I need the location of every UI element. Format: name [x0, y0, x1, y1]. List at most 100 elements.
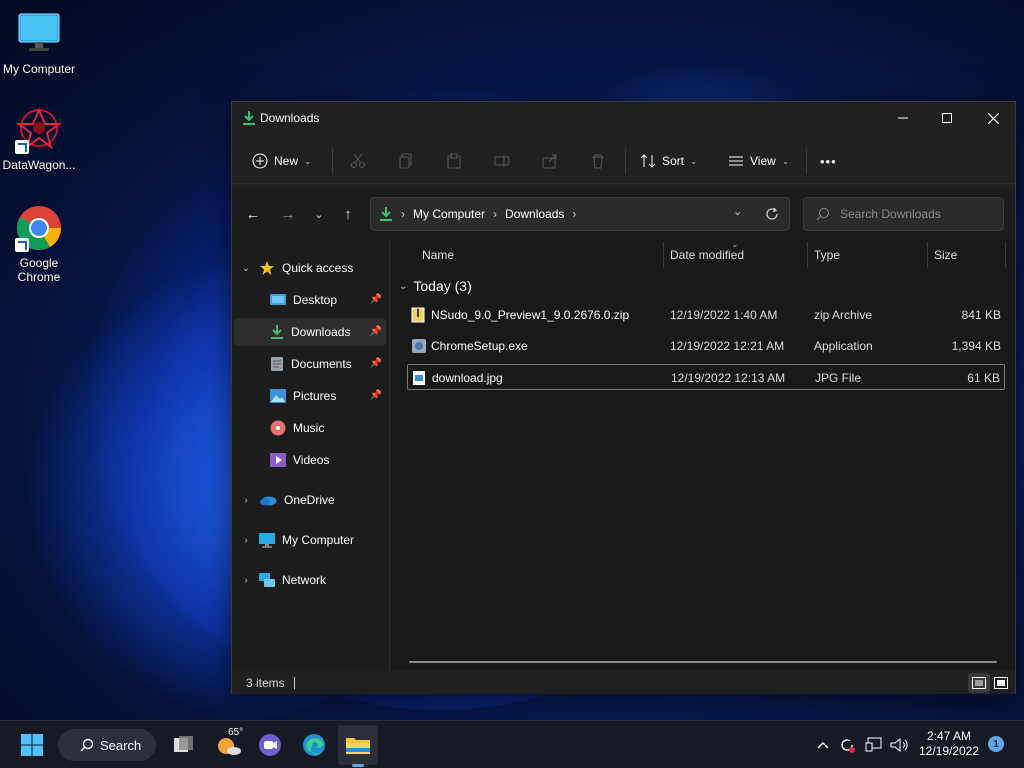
- column-header-name[interactable]: Name: [422, 248, 454, 262]
- address-bar[interactable]: › My Computer › Downloads › ⌄: [370, 197, 790, 231]
- share-button[interactable]: [542, 146, 558, 176]
- back-button[interactable]: ←: [240, 202, 266, 226]
- sidebar-item-desktop[interactable]: Desktop 📌: [234, 286, 386, 314]
- column-header-type[interactable]: Type: [814, 248, 840, 262]
- sidebar-item-my-computer[interactable]: › My Computer: [234, 526, 386, 554]
- column-header-date[interactable]: Date modified: [670, 248, 744, 262]
- search-icon: [80, 738, 94, 752]
- details-view-button[interactable]: [968, 673, 990, 693]
- file-type: JPG File: [815, 371, 862, 385]
- network-icon: [259, 572, 275, 587]
- paste-button[interactable]: [446, 146, 462, 176]
- shortcut-arrow-icon: [15, 140, 29, 154]
- group-header-today[interactable]: ⌄ Today (3): [399, 278, 472, 294]
- column-header-size[interactable]: Size: [934, 248, 957, 262]
- file-size: 61 KB: [967, 371, 1000, 385]
- zip-archive-icon: [411, 307, 425, 323]
- new-button[interactable]: New ⌄: [252, 146, 312, 176]
- desktop-icon-google-chrome[interactable]: Google Chrome: [0, 204, 78, 284]
- pictures-icon: [270, 389, 286, 403]
- network-status-icon[interactable]: [862, 725, 886, 765]
- taskbar: Search 65° 2:47 AM 12/19/2022: [0, 720, 1024, 768]
- view-button[interactable]: View ⌄: [728, 146, 789, 176]
- weather-widget[interactable]: 65°: [212, 725, 246, 765]
- chat-button[interactable]: [254, 725, 286, 765]
- start-button[interactable]: [14, 725, 50, 765]
- horizontal-scrollbar[interactable]: [409, 661, 997, 663]
- tiles-view-icon: [994, 677, 1008, 689]
- rename-button[interactable]: [494, 146, 510, 176]
- maximize-button[interactable]: [924, 102, 970, 134]
- sidebar-item-network[interactable]: › Network: [234, 566, 386, 594]
- search-input[interactable]: [840, 207, 990, 221]
- forward-button[interactable]: →: [275, 202, 301, 226]
- download-icon: [380, 207, 392, 221]
- minimize-button[interactable]: [880, 102, 926, 134]
- volume-button[interactable]: [888, 725, 912, 765]
- sidebar-item-onedrive[interactable]: › OneDrive: [234, 486, 386, 514]
- chrome-icon: [15, 204, 63, 252]
- file-explorer-window: Downloads New ⌄ Sort ⌄ View ⌄ ••• ← → ⌄ …: [231, 101, 1016, 694]
- sort-icon: [640, 154, 656, 168]
- breadcrumb-chevron-icon: ›: [401, 207, 405, 221]
- trash-icon: [592, 154, 604, 169]
- chevron-up-icon: [817, 742, 829, 749]
- delete-button[interactable]: [590, 146, 606, 176]
- show-hidden-icons-button[interactable]: [812, 725, 834, 765]
- column-divider[interactable]: [927, 242, 928, 268]
- sidebar-item-documents[interactable]: Documents 📌: [234, 350, 386, 378]
- chevron-right-icon: ›: [244, 534, 248, 546]
- sync-status-icon[interactable]: [836, 725, 858, 765]
- sidebar-item-pictures[interactable]: Pictures 📌: [234, 382, 386, 410]
- title-bar[interactable]: Downloads: [232, 102, 1015, 134]
- edge-icon: [303, 734, 325, 756]
- sort-button[interactable]: Sort ⌄: [640, 146, 698, 176]
- sidebar-item-music[interactable]: Music: [234, 414, 386, 442]
- sidebar-item-downloads[interactable]: Downloads 📌: [234, 318, 386, 346]
- close-button[interactable]: [970, 102, 1016, 134]
- file-explorer-taskbar-button[interactable]: [338, 725, 378, 767]
- file-row[interactable]: ChromeSetup.exe 12/19/2022 12:21 AM Appl…: [407, 333, 1005, 359]
- arrow-up-icon: ↑: [344, 205, 352, 223]
- address-history-dropdown[interactable]: ⌄: [733, 205, 742, 218]
- taskbar-search-button[interactable]: Search: [58, 729, 156, 761]
- desktop-icon-my-computer[interactable]: My Computer: [0, 10, 78, 76]
- system-clock[interactable]: 2:47 AM 12/19/2022: [918, 729, 980, 759]
- windows-logo-icon: [21, 734, 43, 756]
- datawagon-icon: [15, 106, 63, 154]
- copy-button[interactable]: [398, 146, 414, 176]
- search-box[interactable]: [803, 197, 1004, 231]
- download-icon: [242, 110, 256, 129]
- desktop-icon-datawagon[interactable]: DataWagon...: [0, 106, 78, 172]
- more-options-button[interactable]: •••: [820, 146, 837, 176]
- chevron-right-icon: ›: [244, 494, 248, 506]
- file-row[interactable]: download.jpg 12/19/2022 12:13 AM JPG Fil…: [407, 364, 1005, 390]
- column-divider[interactable]: [807, 242, 808, 268]
- notification-badge[interactable]: 1: [988, 736, 1004, 752]
- cut-button[interactable]: [350, 146, 366, 176]
- column-divider[interactable]: [1005, 242, 1006, 268]
- file-type: zip Archive: [814, 308, 873, 322]
- sidebar-item-quick-access[interactable]: ⌄ Quick access: [234, 254, 386, 282]
- recent-locations-button[interactable]: ⌄: [306, 202, 332, 226]
- sidebar-item-label: Documents: [291, 357, 352, 371]
- share-icon: [542, 154, 557, 169]
- sidebar-item-label: Videos: [293, 453, 330, 467]
- minimize-icon: [898, 117, 908, 119]
- breadcrumb-my-computer[interactable]: My Computer: [413, 207, 485, 221]
- file-row[interactable]: NSudo_9.0_Preview1_9.0.2676.0.zip 12/19/…: [407, 302, 1005, 328]
- task-view-button[interactable]: [168, 725, 200, 765]
- column-divider[interactable]: [663, 242, 664, 268]
- refresh-icon[interactable]: [765, 207, 779, 221]
- tiles-view-button[interactable]: [990, 673, 1012, 693]
- up-button[interactable]: ↑: [335, 202, 361, 226]
- sidebar-item-videos[interactable]: Videos: [234, 446, 386, 474]
- copy-icon: [399, 153, 412, 169]
- edge-browser-button[interactable]: [298, 725, 330, 765]
- sidebar-item-label: My Computer: [282, 533, 355, 547]
- sort-indicator-icon: ⌄: [731, 239, 739, 249]
- status-bar: 3 items: [232, 672, 1015, 694]
- arrow-left-icon: ←: [245, 205, 261, 223]
- breadcrumb-downloads[interactable]: Downloads: [505, 207, 564, 221]
- sidebar-item-label: Network: [282, 573, 327, 587]
